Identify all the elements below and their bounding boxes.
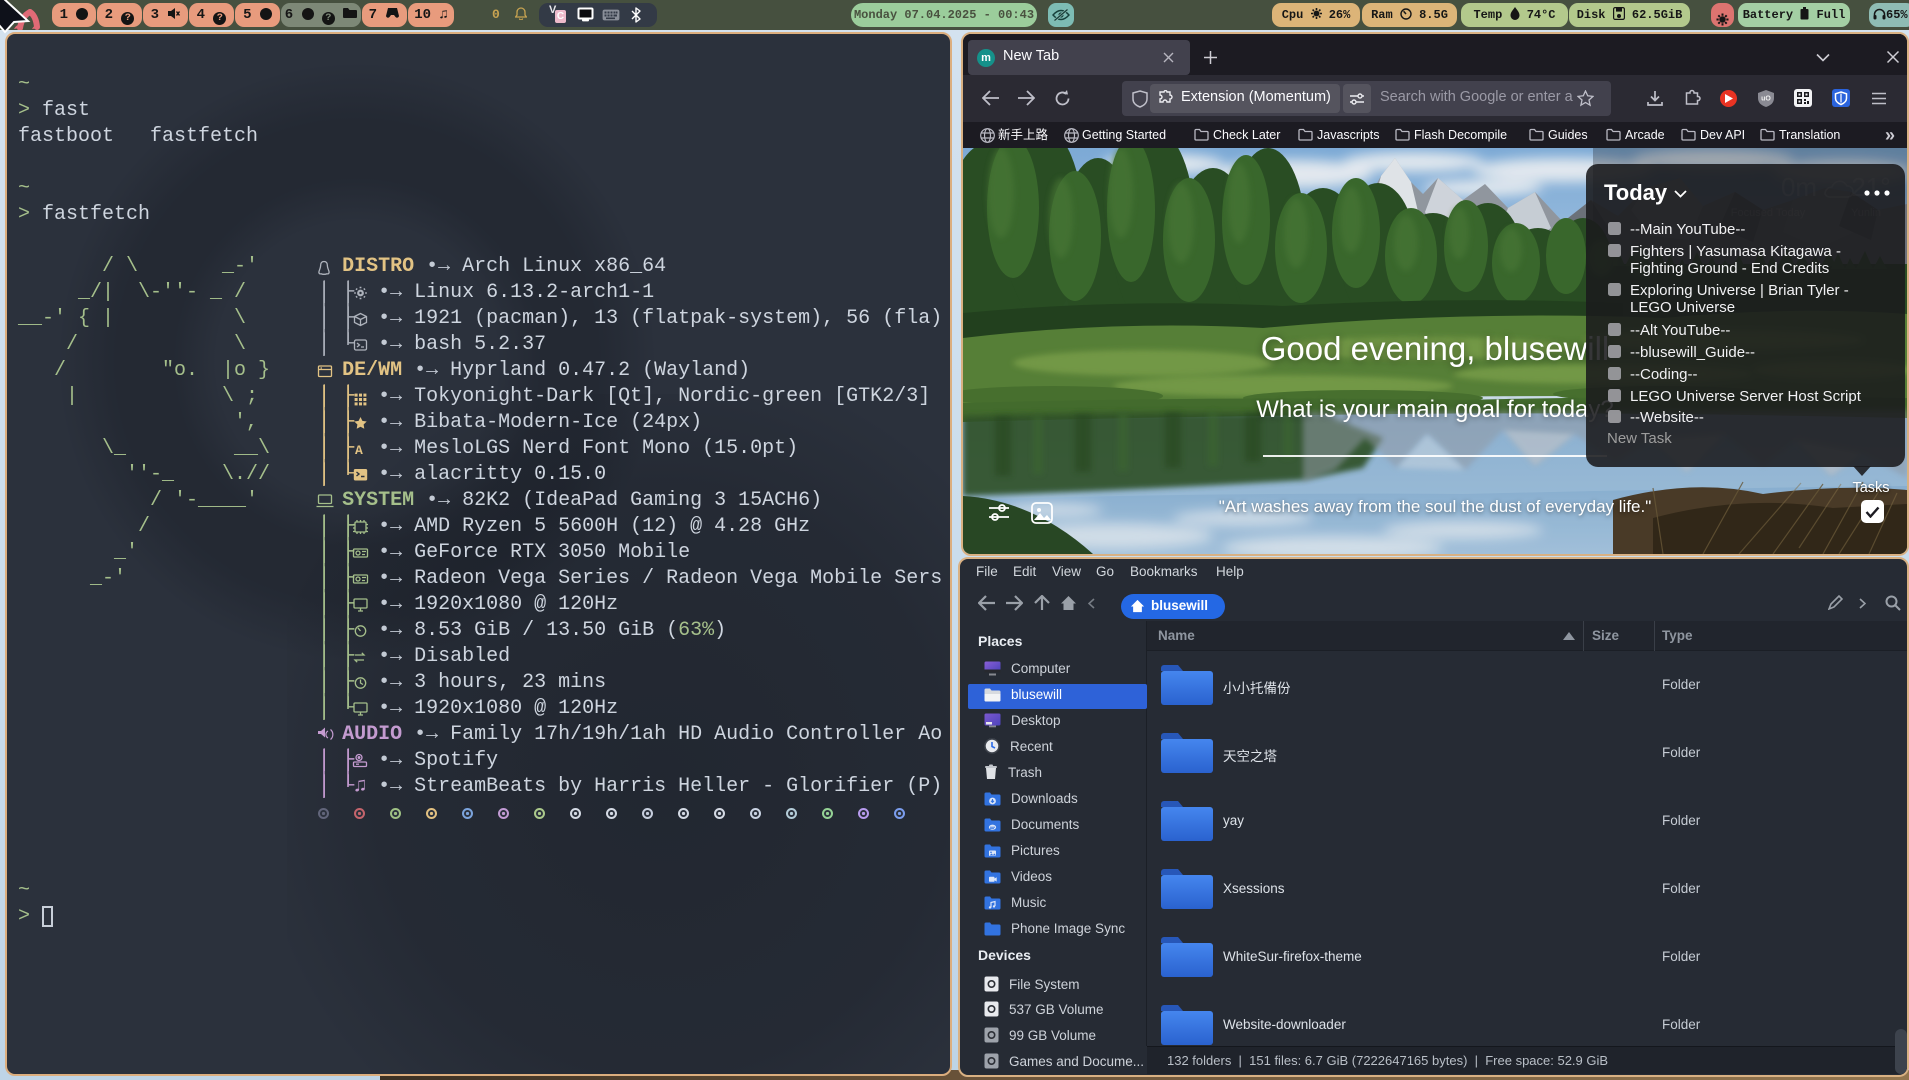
svg-text:A: A — [355, 443, 363, 458]
svg-text:uO: uO — [1761, 96, 1771, 103]
